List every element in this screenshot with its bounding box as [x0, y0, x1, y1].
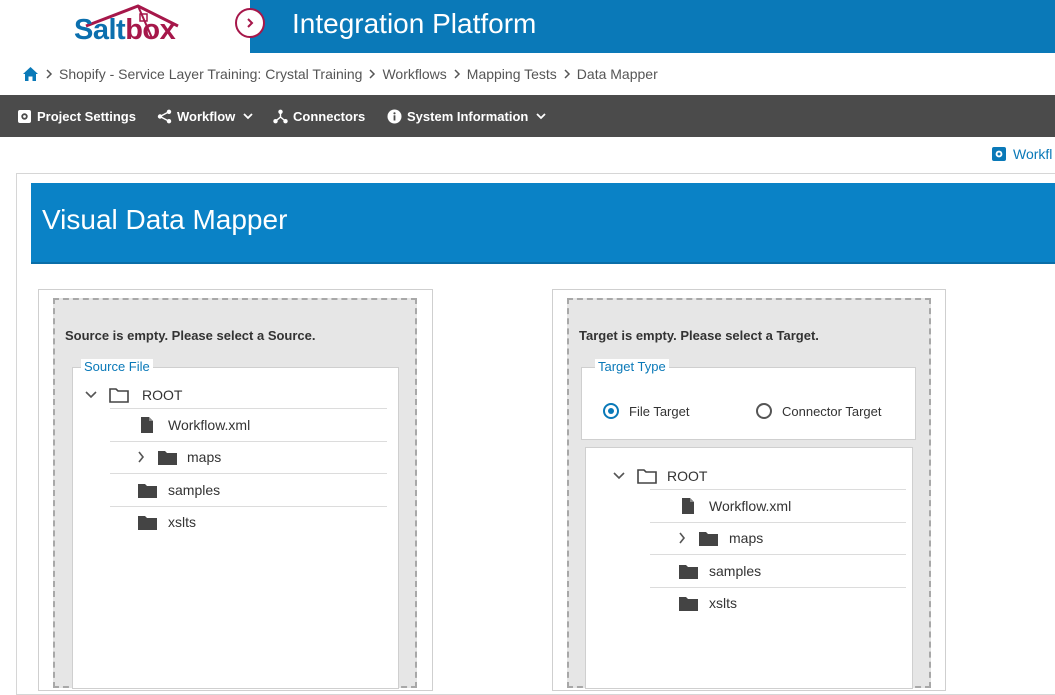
workflow-settings-link[interactable]: Workfl: [991, 146, 1052, 162]
chevron-right-icon: [368, 69, 376, 79]
connectors-button[interactable]: Connectors: [273, 95, 365, 137]
system-information-menu[interactable]: System Information: [387, 95, 546, 137]
share-icon: [157, 109, 172, 123]
project-settings-label: Project Settings: [37, 108, 136, 124]
logo-text-box: box: [125, 14, 176, 46]
gear-icon: [992, 147, 1006, 161]
divider: [650, 489, 906, 490]
target-item-label: Workflow.xml: [709, 498, 792, 514]
home-icon[interactable]: [22, 66, 39, 82]
source-item-label: maps: [187, 449, 222, 465]
source-item-label: samples: [168, 482, 221, 498]
source-empty-message: Source is empty. Please select a Source.: [65, 328, 316, 343]
project-settings-button[interactable]: Project Settings: [17, 95, 136, 137]
chevron-down-icon: [243, 112, 253, 119]
target-item-label: maps: [729, 530, 764, 546]
info-icon: [387, 109, 402, 123]
source-item-label: Workflow.xml: [168, 417, 251, 433]
breadcrumb-workflows[interactable]: Workflows: [382, 66, 446, 82]
folder-icon: [158, 450, 177, 465]
target-tree-item[interactable]: xslts: [679, 593, 737, 613]
chevron-right-icon: [679, 532, 686, 544]
breadcrumb-data-mapper: Data Mapper: [576, 66, 658, 82]
chevron-right-icon: [563, 69, 571, 79]
connector-target-radio[interactable]: [756, 403, 772, 419]
source-root-label: ROOT: [142, 387, 183, 403]
breadcrumb-mapping-tests[interactable]: Mapping Tests: [467, 66, 557, 82]
target-item-label: xslts: [709, 595, 737, 611]
chevron-down-icon: [536, 112, 546, 119]
folder-open-icon: [109, 388, 129, 403]
workflow-settings-label: Workfl: [1013, 146, 1053, 162]
logo-text-salt: Salt: [74, 14, 126, 46]
divider: [110, 441, 387, 442]
breadcrumb: Shopify - Service Layer Training: Crysta…: [22, 64, 658, 84]
connector-target-radio-option[interactable]: Connector Target: [756, 403, 882, 419]
divider: [650, 554, 906, 555]
source-item-label: xslts: [168, 514, 196, 530]
gear-icon: [18, 109, 31, 123]
breadcrumb-project[interactable]: Shopify - Service Layer Training: Crysta…: [59, 66, 362, 82]
chevron-right-icon: [247, 18, 254, 28]
sidebar-toggle-button[interactable]: [235, 8, 265, 38]
divider: [110, 408, 387, 409]
folder-icon: [679, 564, 698, 579]
chevron-down-icon: [85, 391, 97, 399]
file-icon: [141, 417, 153, 433]
folder-icon: [679, 596, 698, 611]
source-tree-item[interactable]: Workflow.xml: [140, 415, 250, 435]
source-file-legend: Source File: [81, 359, 153, 374]
chevron-down-icon: [613, 472, 625, 480]
page-title: Visual Data Mapper: [42, 204, 288, 235]
connector-target-label: Connector Target: [782, 403, 882, 419]
target-empty-message: Target is empty. Please select a Target.: [579, 328, 819, 343]
system-information-label: System Information: [407, 108, 529, 124]
divider: [110, 473, 387, 474]
file-target-radio-option[interactable]: File Target: [603, 403, 689, 419]
file-target-radio[interactable]: [603, 403, 619, 419]
target-item-label: samples: [709, 563, 762, 579]
workflow-label: Workflow: [177, 108, 236, 124]
source-tree-root[interactable]: ROOT: [85, 385, 182, 405]
chevron-right-icon: [45, 69, 53, 79]
file-target-label: File Target: [629, 403, 690, 419]
file-icon: [682, 498, 694, 514]
folder-icon: [138, 515, 157, 530]
connectors-label: Connectors: [293, 108, 366, 124]
chevron-right-icon: [453, 69, 461, 79]
target-tree-item[interactable]: maps: [678, 528, 763, 548]
app-title: Integration Platform: [292, 8, 537, 39]
divider: [650, 587, 906, 588]
workflow-menu[interactable]: Workflow: [157, 95, 253, 137]
divider: [110, 506, 387, 507]
connectors-icon: [273, 109, 288, 123]
source-tree-item[interactable]: samples: [138, 480, 220, 500]
logo[interactable]: Saltbox: [74, 14, 176, 47]
source-tree-item[interactable]: maps: [137, 447, 221, 467]
target-tree-item[interactable]: samples: [679, 561, 761, 581]
chevron-right-icon: [138, 451, 145, 463]
folder-icon: [699, 531, 718, 546]
folder-open-icon: [637, 469, 657, 484]
target-type-legend: Target Type: [595, 359, 669, 374]
divider: [650, 522, 906, 523]
folder-icon: [138, 483, 157, 498]
source-tree-item[interactable]: xslts: [138, 512, 196, 532]
target-tree-root[interactable]: ROOT: [613, 466, 707, 486]
target-tree-item[interactable]: Workflow.xml: [681, 496, 791, 516]
target-root-label: ROOT: [667, 468, 708, 484]
